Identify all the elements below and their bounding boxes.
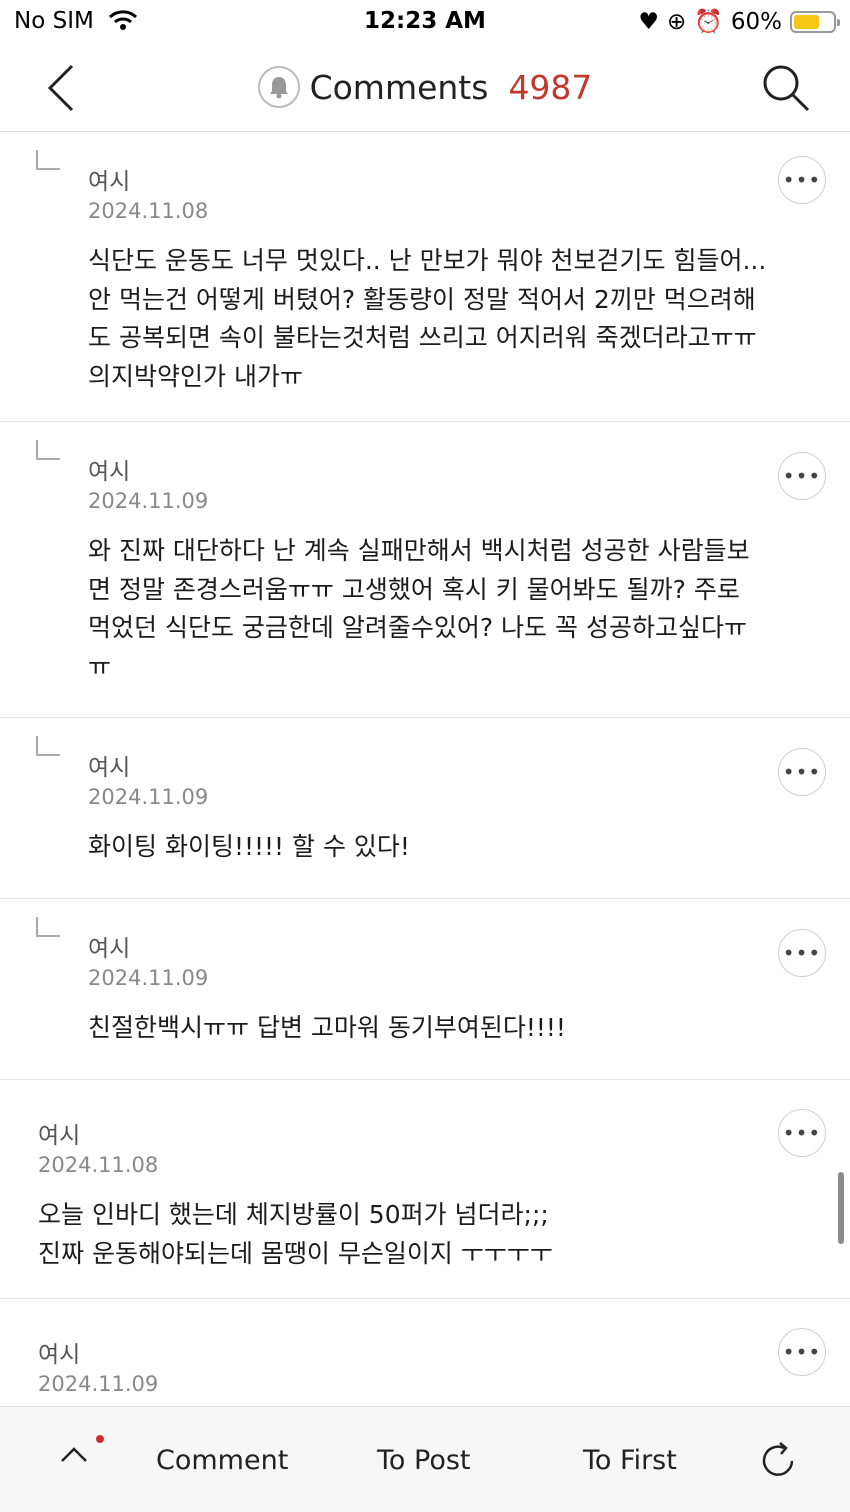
comment-author: 여시	[88, 459, 131, 485]
comment-date: 2024.11.09	[88, 489, 209, 513]
more-options-button[interactable]: •••	[778, 452, 826, 500]
comment-button[interactable]: Comment	[156, 1445, 288, 1476]
comment-author: 여시	[88, 755, 131, 781]
reply-comment: 여시 2024.11.09 ••• 화이팅 화이팅!!!!! 할 수 있다!	[0, 718, 850, 899]
more-options-button[interactable]: •••	[778, 1328, 826, 1376]
comment-body: 식단도 운동도 너무 멋있다.. 난 만보가 뭐야 천보걷기도 힘들어... 안…	[88, 246, 767, 391]
comment-author: 여시	[38, 1342, 81, 1368]
comment-author: 여시	[38, 1123, 81, 1149]
comment-body: 친절한백시ㅠㅠ 답변 고마워 동기부여된다!!!!	[88, 1013, 566, 1042]
comment-author: 여시	[88, 169, 131, 195]
comment-date: 2024.11.08	[88, 199, 209, 223]
comment: 여시 2024.11.09 •••	[0, 1299, 850, 1406]
more-options-button[interactable]: •••	[778, 1109, 826, 1157]
reply-comment: 여시 2024.11.09 ••• 친절한백시ㅠㅠ 답변 고마워 동기부여된다!…	[0, 899, 850, 1080]
header: Comments 4987	[0, 44, 850, 132]
reply-arrow-icon	[36, 440, 60, 460]
heart-icon: ♥	[638, 8, 659, 35]
reply-arrow-icon	[36, 736, 60, 756]
comment-count: 4987	[508, 67, 593, 107]
refresh-icon[interactable]	[756, 1439, 800, 1483]
comment-body: 오늘 인바디 했는데 체지방률이 50퍼가 넘더라;;; 진짜 운동해야되는데 …	[38, 1200, 553, 1268]
page-title: Comments	[309, 67, 489, 107]
bottom-toolbar: Comment To Post To First	[0, 1406, 850, 1512]
bell-icon[interactable]	[257, 66, 300, 108]
notification-dot	[96, 1435, 104, 1443]
comment: 여시 2024.11.08 ••• 오늘 인바디 했는데 체지방률이 50퍼가 …	[0, 1080, 850, 1299]
comment-body: 와 진짜 대단하다 난 계속 실패만해서 백시처럼 성공한 사람들보 면 정말 …	[88, 536, 750, 681]
status-bar: No SIM 12:23 AM ♥ ⊕ ⏰ 60%	[0, 0, 850, 44]
reply-arrow-icon	[36, 150, 60, 170]
to-first-button[interactable]: To First	[583, 1445, 677, 1476]
battery-percent: 60%	[730, 8, 782, 35]
chevron-up-icon[interactable]	[58, 1443, 90, 1467]
reply-comment: 여시 2024.11.08 ••• 식단도 운동도 너무 멋있다.. 난 만보가…	[0, 132, 850, 422]
comment-author: 여시	[88, 936, 131, 962]
more-options-button[interactable]: •••	[778, 929, 826, 977]
more-options-button[interactable]: •••	[778, 156, 826, 204]
search-icon[interactable]	[760, 62, 812, 114]
header-title: Comments 4987	[0, 66, 850, 108]
comment-date: 2024.11.09	[38, 1372, 159, 1396]
comment-date: 2024.11.09	[88, 785, 209, 809]
battery-icon	[790, 10, 840, 33]
status-right: ♥ ⊕ ⏰ 60%	[638, 8, 840, 35]
scrollbar[interactable]	[838, 1172, 844, 1244]
comment-body: 화이팅 화이팅!!!!! 할 수 있다!	[88, 832, 410, 861]
comment-date: 2024.11.08	[38, 1153, 159, 1177]
alarm-icon: ⏰	[694, 9, 723, 35]
more-options-button[interactable]: •••	[778, 748, 826, 796]
reply-arrow-icon	[36, 917, 60, 937]
reply-comment: 여시 2024.11.09 ••• 와 진짜 대단하다 난 계속 실패만해서 백…	[0, 422, 850, 718]
comment-date: 2024.11.09	[88, 966, 209, 990]
orientation-lock-icon: ⊕	[666, 8, 687, 35]
to-post-button[interactable]: To Post	[377, 1445, 471, 1476]
